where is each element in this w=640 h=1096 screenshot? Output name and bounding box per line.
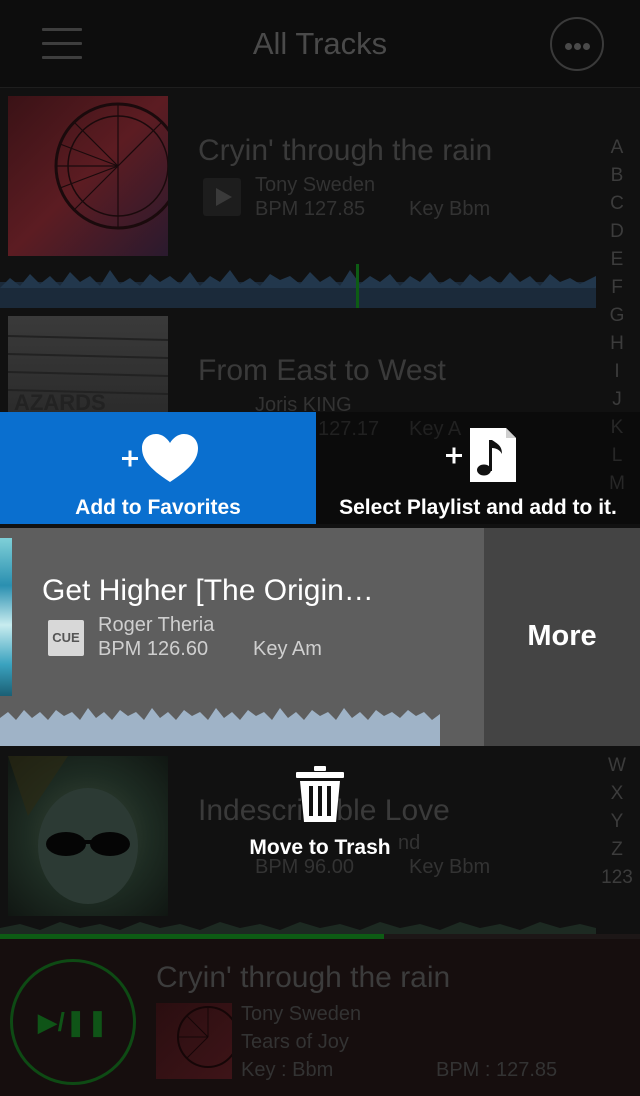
play-pause-button[interactable]: ▶/❚❚ <box>10 959 136 1085</box>
album-art <box>8 96 168 256</box>
track-title: Cryin' through the rain <box>198 134 493 167</box>
favorites-label: Add to Favorites <box>75 496 241 519</box>
now-playing-key: Key : Bbm <box>241 1059 334 1081</box>
index-letter[interactable]: C <box>598 190 636 218</box>
index-letter[interactable]: 123 <box>598 864 636 892</box>
index-letter[interactable]: W <box>598 752 636 780</box>
now-playing-artist: Tony Sweden <box>241 1003 362 1025</box>
album-art: AZARDS <box>8 316 168 414</box>
trash-label[interactable]: Move to Trash <box>0 836 640 860</box>
track-title: Get Higher [The Origin… <box>42 574 374 607</box>
index-letter[interactable]: I <box>598 358 636 386</box>
index-letter[interactable]: X <box>598 780 636 808</box>
index-letter[interactable]: Y <box>598 808 636 836</box>
index-letter[interactable]: G <box>598 302 636 330</box>
more-label: More <box>527 620 597 652</box>
index-letter[interactable]: F <box>598 274 636 302</box>
now-playing-title: Cryin' through the rain <box>156 961 451 994</box>
track-title: From East to West <box>198 354 446 387</box>
index-letter[interactable]: A <box>598 134 636 162</box>
play-icon[interactable] <box>203 178 241 216</box>
waveform[interactable] <box>0 920 596 934</box>
add-to-playlist-note-icon <box>446 428 516 482</box>
page-title: All Tracks <box>252 26 388 61</box>
track-artist: Roger Theria <box>98 614 215 636</box>
waveform[interactable] <box>0 262 596 308</box>
more-options-icon[interactable] <box>550 17 604 71</box>
now-playing-bar: ▶/❚❚ Cryin' through the rain Tony Sweden… <box>0 939 640 1096</box>
alphabet-index[interactable]: W X Y Z 123 <box>598 752 636 892</box>
cue-badge: CUE <box>48 620 84 656</box>
track-row[interactable]: Cryin' through the rain Tony Sweden BPM … <box>0 94 600 308</box>
header-bar: All Tracks <box>0 0 640 88</box>
index-letter[interactable]: J <box>598 386 636 414</box>
album-art-lettering: AZARDS <box>14 390 106 414</box>
trash-icon[interactable] <box>296 766 344 822</box>
now-playing-album-art <box>156 1003 232 1079</box>
index-letter[interactable]: B <box>598 162 636 190</box>
more-button[interactable]: More <box>484 528 640 746</box>
index-letter[interactable]: D <box>598 218 636 246</box>
waveform[interactable] <box>0 704 440 746</box>
swiped-track-row[interactable]: Get Higher [The Origin… CUE Roger Theria… <box>0 528 484 746</box>
add-to-favorites-button[interactable]: Add to Favorites <box>0 412 316 524</box>
add-favorite-heart-icon <box>122 434 198 482</box>
select-playlist-button[interactable]: Select Playlist and add to it. <box>316 412 640 524</box>
index-letter[interactable]: H <box>598 330 636 358</box>
track-bpm: BPM 126.60 <box>98 638 209 660</box>
track-key: Key Am <box>253 638 322 660</box>
album-art <box>0 538 12 696</box>
now-playing-bpm: BPM : 127.85 <box>436 1059 558 1081</box>
now-playing-album: Tears of Joy <box>241 1031 349 1053</box>
track-key: Key Bbm <box>409 198 491 220</box>
track-artist: Tony Sweden <box>255 174 376 196</box>
playlist-label: Select Playlist and add to it. <box>339 496 617 519</box>
track-bpm: BPM 127.85 <box>255 198 366 220</box>
track-row[interactable]: AZARDS From East to West Joris KING <box>0 314 600 416</box>
index-letter[interactable]: Z <box>598 836 636 864</box>
index-letter[interactable]: E <box>598 246 636 274</box>
